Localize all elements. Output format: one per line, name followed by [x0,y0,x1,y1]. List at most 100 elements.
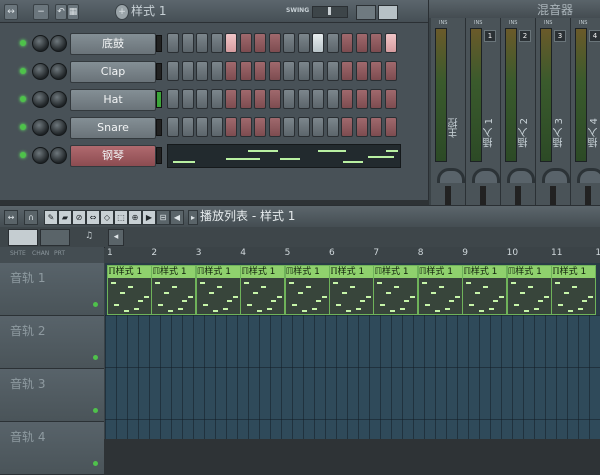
step-button[interactable] [384,61,397,81]
timeline-ruler[interactable]: 123456789101112 [105,247,600,263]
step-button[interactable] [225,89,237,109]
step-button[interactable] [167,61,179,81]
pattern-clip[interactable]: ℿ样式 1 [284,265,330,315]
step-button[interactable] [239,33,252,53]
track-mute-led[interactable] [93,461,98,466]
track-header[interactable]: 音轨 1 [0,263,104,316]
step-button[interactable] [181,117,194,137]
pattern-clip[interactable]: ℿ样式 1 [151,265,197,315]
step-button[interactable] [297,61,310,81]
channel-led[interactable] [20,40,26,46]
step-button[interactable] [268,61,281,81]
step-button[interactable] [239,117,252,137]
pattern-clip[interactable]: ℿ样式 1 [417,265,463,315]
step-button[interactable] [370,89,382,109]
volume-fader[interactable] [445,186,451,205]
track-mute-led[interactable] [93,355,98,360]
graph-editor-icon[interactable] [356,5,376,20]
pattern-clip[interactable]: ℿ样式 1 [373,265,419,315]
step-button[interactable] [239,89,252,109]
channel-name-button[interactable]: 底鼓 [70,33,156,55]
step-button[interactable] [167,117,179,137]
note-icon[interactable]: ♫ [80,229,98,244]
track-header[interactable]: 音轨 2 [0,316,104,369]
volume-fader[interactable] [585,186,591,205]
step-button[interactable] [384,89,397,109]
step-button[interactable] [326,33,339,53]
channel-led[interactable] [20,68,26,74]
mute-icon[interactable]: ⊘ [72,210,86,225]
step-button[interactable] [326,89,339,109]
step-button[interactable] [355,89,368,109]
step-button[interactable] [312,117,324,137]
step-button[interactable] [341,117,353,137]
step-button[interactable] [181,89,194,109]
mixer-channel[interactable]: INS 3 插入 3 [536,18,571,205]
pattern-clip[interactable]: ℿ样式 1 [195,265,241,315]
mixer-channel[interactable]: INS 1 插入 1 [466,18,501,205]
step-button[interactable] [181,61,194,81]
step-button[interactable] [225,117,237,137]
pan-knob[interactable] [437,168,465,183]
track-header[interactable]: 音轨 4 [0,422,104,475]
channel-led[interactable] [20,152,26,158]
pan-knob[interactable] [542,168,570,183]
automation-icon[interactable] [40,229,70,246]
step-button[interactable] [384,117,397,137]
step-button[interactable] [225,33,237,53]
playlist-title[interactable]: 播放列表 - 样式 1 [200,208,295,224]
volume-fader[interactable] [480,186,486,205]
pencil-icon[interactable]: ✎ [44,210,58,225]
step-button[interactable] [283,117,295,137]
step-button[interactable] [210,117,223,137]
piano-roll-preview[interactable] [167,144,401,168]
step-button[interactable] [210,33,223,53]
volume-knob[interactable] [32,119,49,136]
scroll-left-icon[interactable]: ◂ [108,229,124,246]
step-button[interactable] [312,89,324,109]
pattern-clip[interactable]: ℿ样式 1 [107,265,152,315]
step-button[interactable] [297,89,310,109]
arrows-icon[interactable]: ↔ [4,210,18,225]
step-button[interactable] [196,89,208,109]
arrows-icon[interactable]: ↔ [4,4,18,20]
step-button[interactable] [196,33,208,53]
step-button[interactable] [196,117,208,137]
step-button[interactable] [312,33,324,53]
volume-fader[interactable] [515,186,521,205]
mixer-channel[interactable]: INS 4 插入 4 [571,18,600,205]
mixer-channel[interactable]: INS 主控 [431,18,466,205]
picker-icon[interactable] [8,229,38,246]
step-button[interactable] [326,61,339,81]
step-button[interactable] [196,61,208,81]
step-button[interactable] [254,33,266,53]
channel-select-indicator[interactable] [156,35,162,52]
step-button[interactable] [167,89,179,109]
channel-select-indicator[interactable] [156,147,162,164]
channel-name-button[interactable]: Hat [70,89,156,111]
step-button[interactable] [355,33,368,53]
volume-knob[interactable] [32,63,49,80]
volume-knob[interactable] [32,35,49,52]
step-button[interactable] [355,61,368,81]
step-button[interactable] [326,117,339,137]
step-button[interactable] [283,61,295,81]
brush-icon[interactable]: ▰ [58,210,72,225]
arrow-right-icon[interactable]: ▸ [188,210,198,225]
pan-knob[interactable] [577,168,600,183]
step-button[interactable] [283,89,295,109]
pattern-clip[interactable]: ℿ样式 1 [462,265,508,315]
step-button[interactable] [370,61,382,81]
step-button[interactable] [254,89,266,109]
pattern-clip[interactable]: ℿ样式 1 [329,265,374,315]
step-button[interactable] [225,61,237,81]
channel-name-button[interactable]: 钢琴 [70,145,156,167]
slice-icon[interactable]: ◇ [100,210,114,225]
step-button[interactable] [384,33,397,53]
link-icon[interactable]: ⊟ [156,210,170,225]
pan-knob[interactable] [507,168,535,183]
track-mute-led[interactable] [93,302,98,307]
step-button[interactable] [341,33,353,53]
step-button[interactable] [341,61,353,81]
channel-led[interactable] [20,124,26,130]
